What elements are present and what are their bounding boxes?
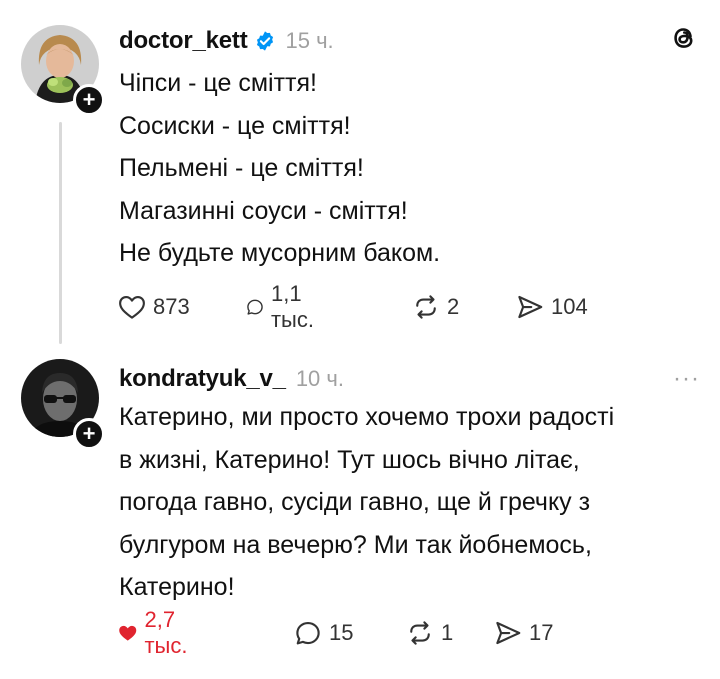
- post-kondratyuk-v[interactable]: + kondratyuk_v_ 10 ч. ··· Катерино, ми п…: [0, 352, 720, 679]
- post-text-line: Магазинні соуси - сміття!: [119, 196, 408, 225]
- share-button[interactable]: 17: [493, 616, 553, 650]
- post-text-line: Катерино, ми просто хочемо трохи радості: [119, 403, 615, 431]
- reply-button[interactable]: 1,1 тыс.: [245, 281, 324, 332]
- reply-count: 1,1 тыс.: [270, 281, 314, 332]
- post-text-line: Пельмені - це сміття!: [119, 154, 364, 183]
- post-text-line: Катерино!: [119, 573, 235, 602]
- post-text-line: Не будьте мусорним баком.: [119, 239, 441, 268]
- share-count: 104: [551, 294, 588, 319]
- repost-icon: [410, 621, 430, 645]
- post-text-line: в жизні, Катерино! Тут шось вічно літає,: [119, 445, 580, 474]
- heart-icon: [119, 295, 145, 319]
- username[interactable]: doctor_kett: [119, 27, 248, 55]
- comment-icon: [247, 299, 263, 315]
- post-header: kondratyuk_v_ 10 ч.: [119, 364, 344, 394]
- more-options-icon[interactable]: ···: [673, 367, 700, 391]
- timestamp: 15 ч.: [285, 28, 334, 53]
- reply-count: 15: [329, 620, 354, 645]
- post-body: Катерино, ми просто хочемо трохи радості…: [119, 396, 614, 609]
- post-doctor-kett[interactable]: + doctor_kett 15 ч. Чіпси - це сміття! С…: [0, 0, 720, 352]
- repost-count: 2: [447, 294, 460, 319]
- share-button[interactable]: 104: [515, 290, 588, 324]
- repost-button[interactable]: 2: [411, 290, 459, 324]
- share-icon: [496, 621, 521, 645]
- follow-plus-icon[interactable]: +: [73, 418, 105, 450]
- post-header: doctor_kett 15 ч.: [119, 26, 334, 56]
- post-text-line: погода гавно, сусіди гавно, ще й гречку …: [119, 488, 591, 517]
- repost-count: 1: [441, 620, 454, 645]
- like-count: 873: [153, 294, 190, 319]
- heart-filled-icon: [119, 625, 137, 641]
- post-text-line: Чіпси - це сміття!: [119, 69, 317, 97]
- like-button[interactable]: 2,7 тыс.: [117, 607, 198, 658]
- repost-icon: [416, 295, 436, 319]
- thread-connector-line: [59, 122, 62, 344]
- post-body: Чіпси - це сміття! Сосиски - це сміття! …: [119, 62, 440, 275]
- reply-button[interactable]: 15: [293, 616, 353, 650]
- threads-logo-icon[interactable]: [669, 23, 699, 53]
- timestamp: 10 ч.: [295, 366, 344, 391]
- post-text-line: булгуром на вечерю? Ми так йобнемось,: [119, 530, 592, 559]
- repost-button[interactable]: 1: [405, 616, 453, 650]
- share-icon: [518, 295, 543, 319]
- username[interactable]: kondratyuk_v_: [119, 365, 286, 393]
- comment-icon: [296, 621, 320, 645]
- like-count: 2,7 тыс.: [144, 607, 188, 658]
- share-count: 17: [529, 620, 554, 645]
- post-text-line: Сосиски - це сміття!: [119, 111, 351, 140]
- verified-badge-icon: [254, 30, 276, 52]
- follow-plus-icon[interactable]: +: [73, 84, 105, 116]
- like-button[interactable]: 873: [117, 290, 190, 324]
